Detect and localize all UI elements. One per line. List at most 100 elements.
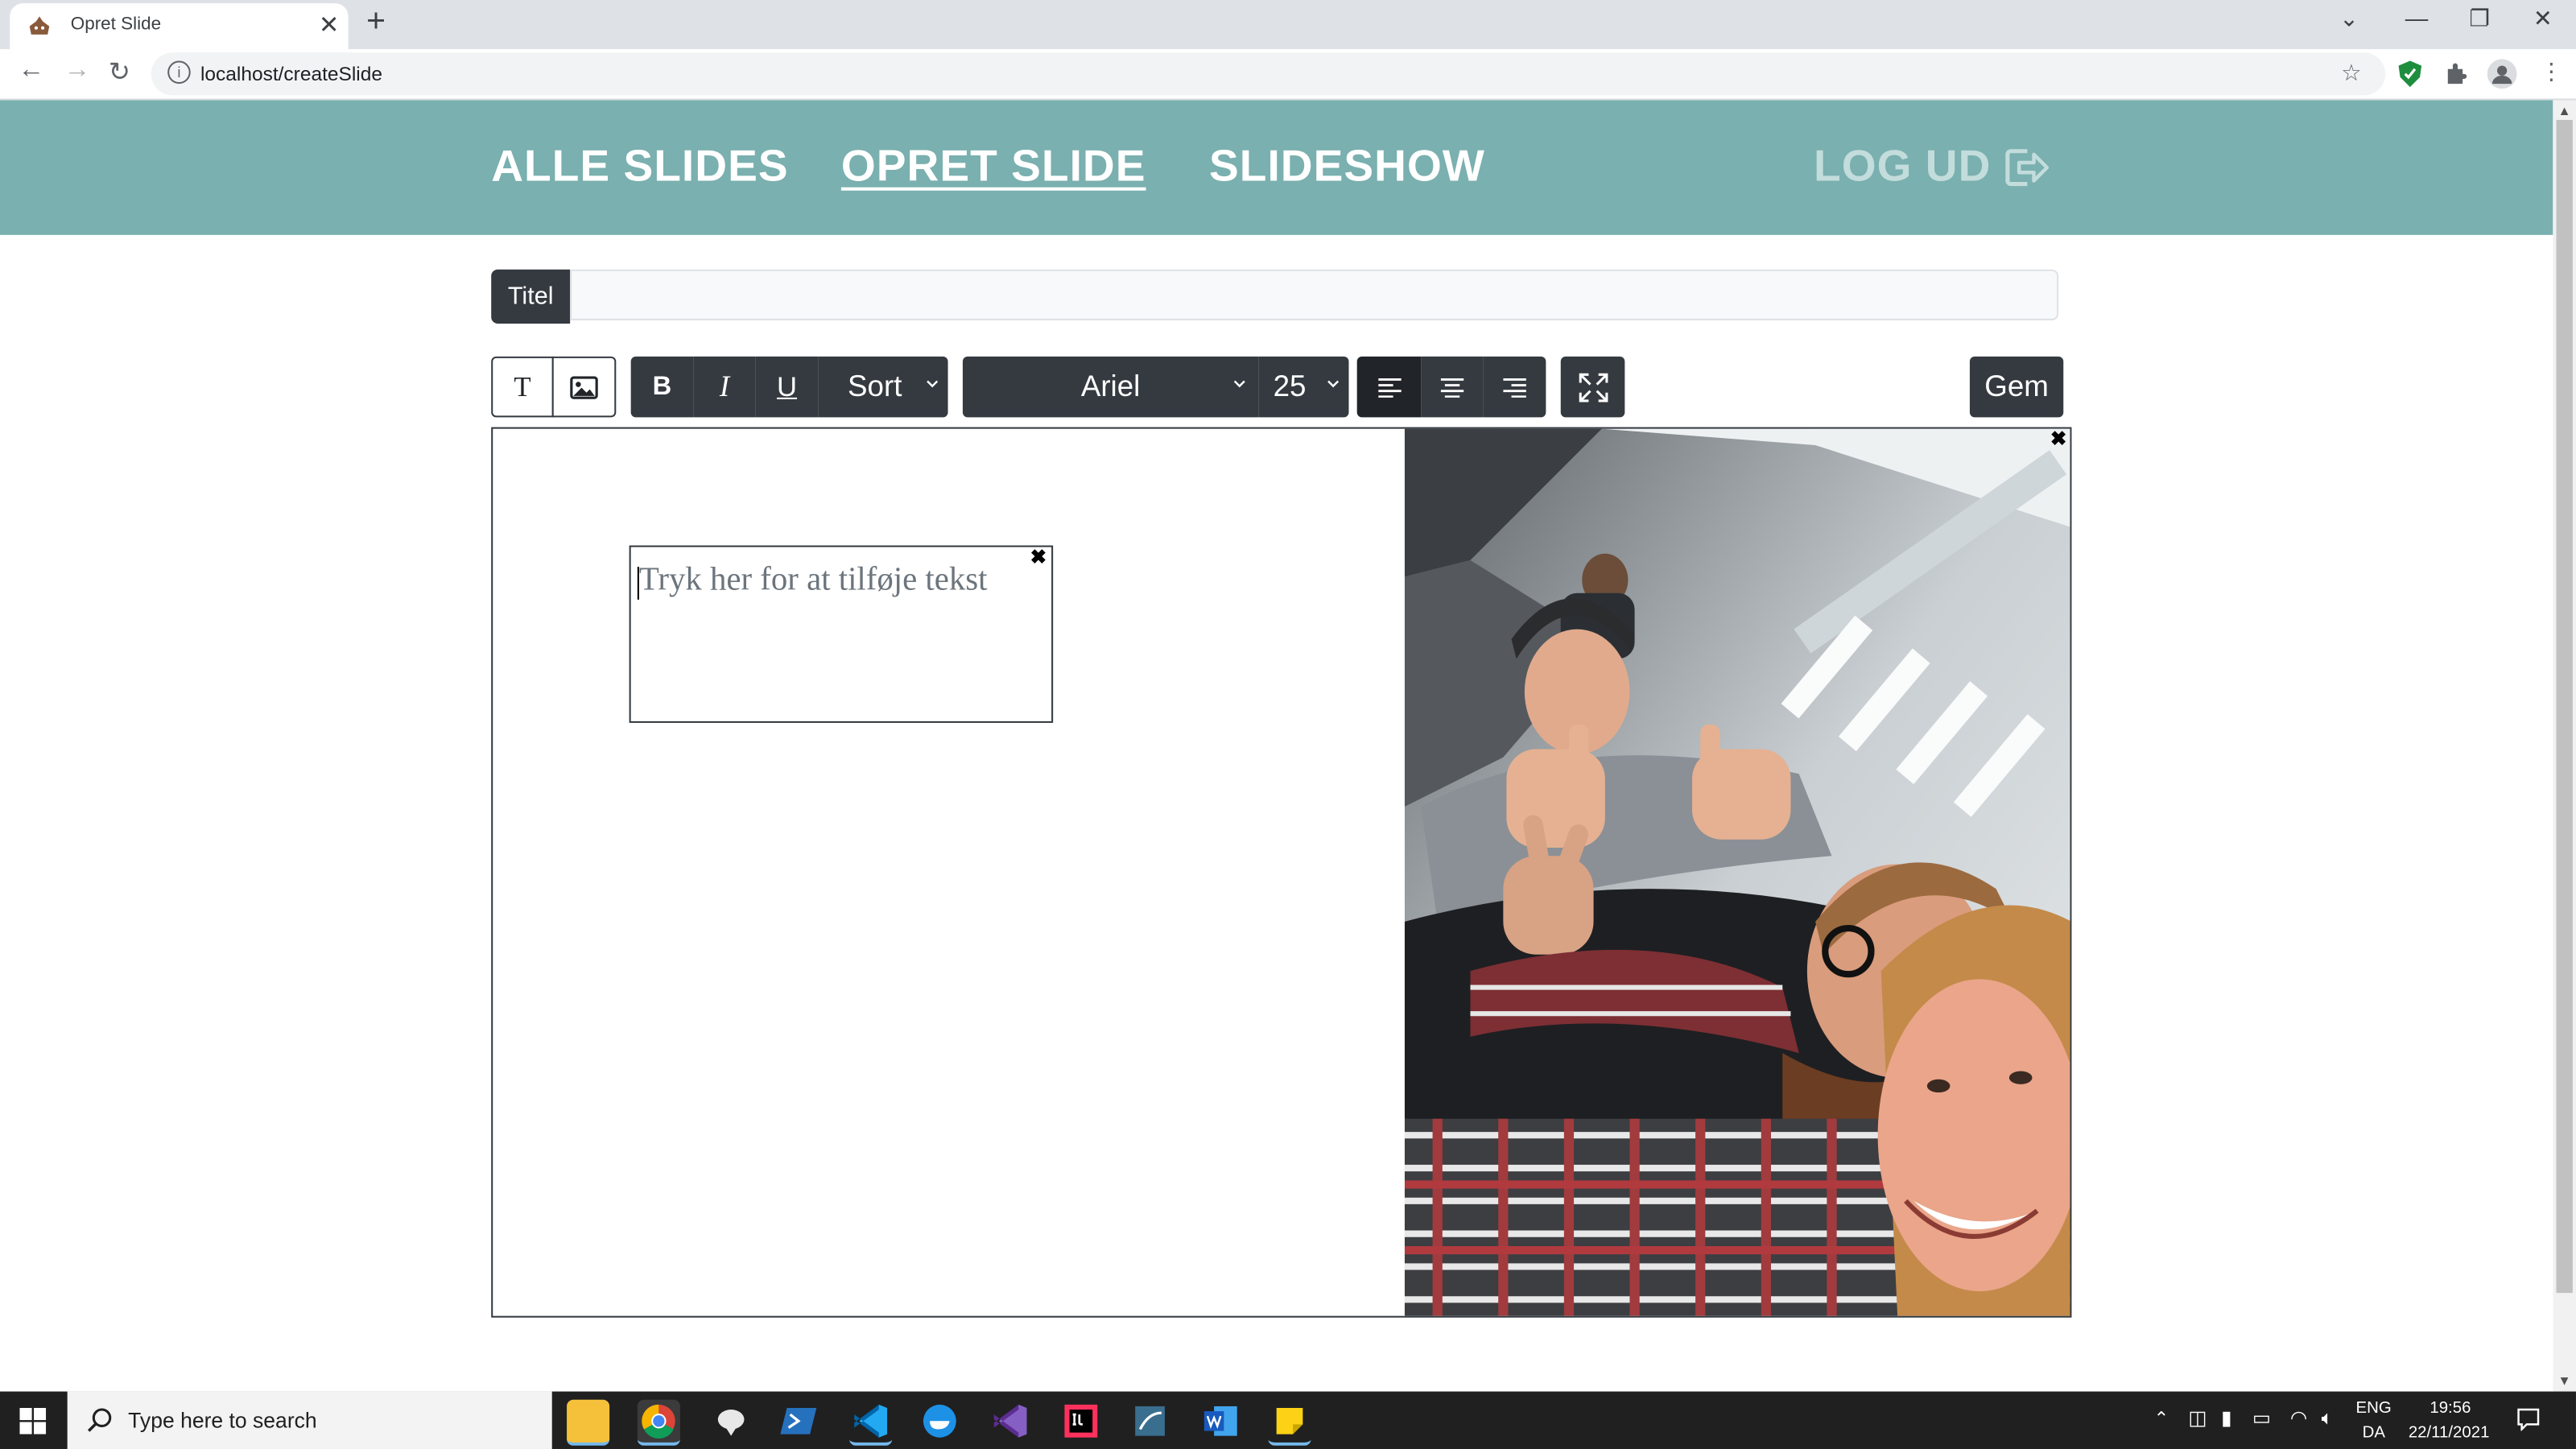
extensions-icon[interactable] [2445, 63, 2468, 86]
intellij-logo-icon [1064, 1404, 1098, 1438]
new-tab-icon[interactable]: + [366, 3, 386, 41]
usb-icon[interactable]: ▮ [2221, 1406, 2231, 1430]
visual-studio-logo-icon [993, 1404, 1027, 1438]
bold-button[interactable]: B [630, 356, 694, 418]
battery-icon[interactable]: ▭ [2252, 1406, 2271, 1430]
slide-photo[interactable] [1404, 428, 2072, 1316]
vscode-icon[interactable] [849, 1399, 893, 1446]
powershell-icon[interactable] [778, 1399, 822, 1443]
slide-canvas[interactable]: Tryk her for at tilføje tekst ✖ ✖ [491, 427, 2072, 1318]
reload-icon[interactable]: ↻ [109, 56, 130, 89]
chevron-down-icon [927, 380, 939, 388]
align-right-icon [1503, 377, 1526, 397]
top-nav: ALLE SLIDES OPRET SLIDE SLIDESHOW LOG UD [0, 100, 2553, 235]
tab-title: Opret Slide [70, 14, 162, 35]
scrollbar-thumb[interactable] [2556, 119, 2573, 1294]
app-icon[interactable] [709, 1399, 753, 1443]
profile-avatar-icon[interactable] [2487, 59, 2517, 89]
nav-slideshow[interactable]: SLIDESHOW [1209, 142, 1485, 192]
align-left-icon [1377, 377, 1401, 397]
align-right-button[interactable] [1483, 356, 1546, 418]
docker-icon[interactable] [918, 1399, 961, 1443]
align-left-button[interactable] [1356, 356, 1422, 418]
align-center-button[interactable] [1421, 356, 1484, 418]
minimize-icon[interactable]: — [2405, 5, 2429, 31]
chevron-down-icon [1233, 380, 1245, 388]
vscode-logo-icon [854, 1404, 888, 1438]
clock-time[interactable]: 19:56 [2429, 1400, 2471, 1418]
forward-icon[interactable]: → [64, 56, 91, 85]
intellij-icon[interactable] [1059, 1399, 1103, 1443]
logout-icon[interactable] [2004, 147, 2050, 189]
title-input-group: Titel [491, 269, 2063, 324]
docker-logo-icon [923, 1404, 956, 1438]
back-icon[interactable]: ← [18, 56, 44, 85]
fullscreen-icon [1578, 372, 1608, 402]
underline-icon: U [777, 370, 798, 402]
save-button[interactable]: Gem [1969, 356, 2064, 418]
page-scrollbar[interactable]: ▲ ▼ [2553, 100, 2576, 1392]
browser-menu-icon[interactable]: ⋮ [2540, 57, 2563, 85]
word-icon[interactable] [1199, 1399, 1242, 1443]
title-input[interactable] [570, 269, 2059, 320]
lang-indicator-top[interactable]: ENG [2356, 1400, 2392, 1418]
sql-logo-icon [1135, 1406, 1165, 1436]
fullscreen-button[interactable] [1560, 356, 1625, 418]
sticky-notes-icon[interactable] [1268, 1399, 1311, 1446]
favicon-icon [29, 16, 50, 35]
chevron-down-icon [1327, 380, 1340, 388]
penguin-app-icon [717, 1410, 745, 1436]
align-center-icon [1440, 377, 1464, 397]
notifications-icon[interactable] [2517, 1408, 2541, 1431]
font-size-select[interactable]: 25 [1258, 356, 1349, 418]
nav-create-slide[interactable]: OPRET SLIDE [841, 142, 1146, 192]
file-explorer-icon[interactable] [567, 1399, 610, 1446]
url-text: localhost/createSlide [200, 62, 382, 86]
meet-now-icon[interactable]: ◫ [2188, 1406, 2207, 1430]
close-tab-icon[interactable]: ✕ [319, 10, 340, 39]
close-window-icon[interactable]: ✕ [2533, 5, 2553, 33]
bookmark-star-icon[interactable]: ☆ [2341, 59, 2362, 87]
font-select-value: Ariel [1080, 369, 1141, 402]
address-bar[interactable]: i localhost/createSlide ☆ [151, 52, 2386, 96]
restore-icon[interactable]: ❐ [2469, 5, 2490, 33]
nav-all-slides[interactable]: ALLE SLIDES [491, 142, 788, 192]
taskbar-search[interactable]: Type here to search [67, 1391, 552, 1449]
add-image-button[interactable] [551, 356, 617, 418]
windows-start-icon[interactable] [19, 1407, 47, 1435]
visual-studio-icon[interactable] [989, 1399, 1032, 1443]
remove-image-icon[interactable]: ✖ [2050, 429, 2067, 451]
textbox-placeholder: Tryk her for at tilføje tekst [638, 561, 988, 598]
scroll-down-icon[interactable]: ▼ [2558, 1373, 2571, 1388]
remove-textbox-icon[interactable]: ✖ [1030, 546, 1047, 569]
color-select[interactable]: Sort [818, 356, 948, 418]
sql-tool-icon[interactable] [1129, 1399, 1172, 1443]
tab-search-icon[interactable]: ⌄ [2339, 5, 2359, 33]
image-icon [570, 375, 598, 398]
lang-indicator-bottom[interactable]: DA [2363, 1424, 2385, 1442]
title-label: Titel [491, 269, 571, 324]
bold-icon: B [652, 372, 672, 400]
sticky-notes-logo-icon [1276, 1407, 1303, 1435]
add-text-button[interactable]: T [491, 356, 554, 418]
nav-logout[interactable]: LOG UD [1814, 142, 1991, 192]
color-select-value: Sort [848, 369, 902, 402]
browser-tabstrip: Opret Slide ✕ + ⌄ — ❐ ✕ [0, 0, 2576, 50]
wifi-icon[interactable]: ◠ [2290, 1406, 2307, 1430]
browser-tab[interactable]: Opret Slide ✕ [10, 3, 349, 50]
show-hidden-icons[interactable]: ⌃ [2153, 1408, 2169, 1429]
volume-icon[interactable]: 🔈︎ [2322, 1406, 2334, 1431]
chrome-logo-icon [642, 1404, 675, 1439]
site-info-icon[interactable]: i [167, 60, 191, 85]
clock-date[interactable]: 22/11/2021 [2409, 1424, 2490, 1442]
chrome-icon[interactable] [637, 1399, 680, 1446]
browser-toolbar: ← → ↻ i localhost/createSlide ☆ ⋮ [0, 49, 2576, 101]
font-select[interactable]: Ariel [962, 356, 1259, 418]
powershell-logo-icon [780, 1407, 817, 1435]
scroll-up-icon[interactable]: ▲ [2558, 104, 2571, 118]
underline-button[interactable]: U [755, 356, 819, 418]
slide-textbox[interactable]: Tryk her for at tilføje tekst ✖ [629, 545, 1054, 723]
shield-extension-icon[interactable] [2398, 60, 2422, 88]
page: ALLE SLIDES OPRET SLIDE SLIDESHOW LOG UD… [0, 100, 2553, 1392]
italic-button[interactable]: I [693, 356, 756, 418]
